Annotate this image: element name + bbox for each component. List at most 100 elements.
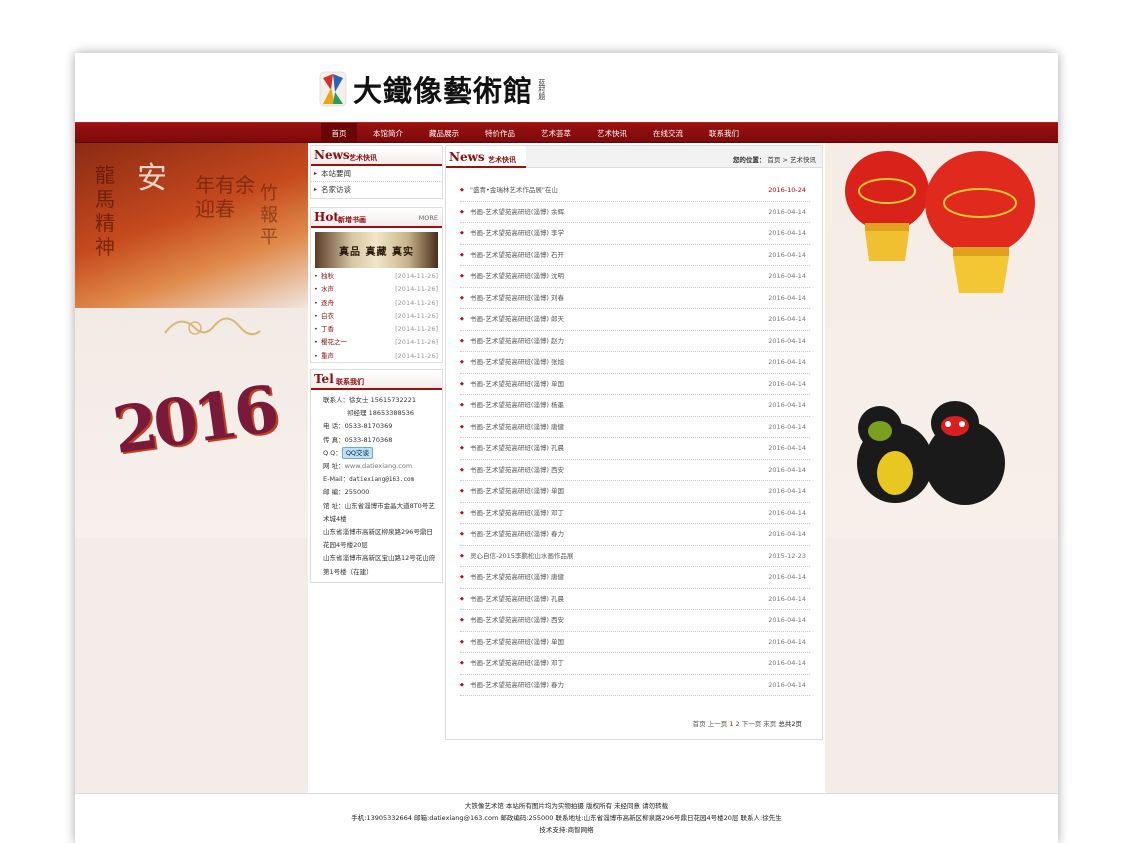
news-row[interactable]: 书画-艺术望苑高研班(淄博) 邓丁 2016-04-14	[460, 503, 810, 524]
news-row[interactable]: 书画-艺术望苑高研班(淄博) 赵力 2016-04-14	[460, 331, 810, 352]
pagination: 首页 上一页 1 2 下一页 末页 总共2页	[693, 718, 802, 728]
news-title[interactable]: 书画-艺术望苑高研班(淄博) 春力	[470, 530, 564, 538]
hot-more-link[interactable]: MORE	[419, 214, 438, 222]
nav-item-chat[interactable]: 在线交流	[643, 123, 693, 144]
news-row[interactable]: 书画-艺术望苑高研班(淄博) 西安 2016-04-14	[460, 610, 810, 632]
news-row[interactable]: 书画-艺术望苑高研班(淄博) 郎天 2016-04-14	[460, 309, 810, 331]
art-char: 龍	[95, 163, 115, 187]
hot-item[interactable]: 白衣 [2014-11-26]	[311, 310, 442, 324]
news-date: 2016-04-14	[768, 207, 806, 216]
hot-item-title[interactable]: 樱花之一	[321, 336, 347, 349]
news-row[interactable]: 书画-艺术望苑高研班(淄博) 张旭 2016-04-14	[460, 352, 810, 374]
nav-item-news[interactable]: 艺术快讯	[581, 123, 643, 144]
news-title[interactable]: 书画-艺术望苑高研班(淄博) 西安	[470, 466, 564, 474]
qq-chat-button[interactable]: QQ交谈	[341, 446, 374, 459]
pager-last[interactable]: 末页	[763, 720, 776, 728]
news-row[interactable]: 书画-艺术望苑高研班(淄博) 单国 2016-04-14	[460, 632, 810, 653]
news-date: 2016-04-14	[768, 444, 806, 452]
news-title[interactable]: 书画-艺术望苑高研班(淄博) 邓丁	[470, 509, 564, 517]
sidebar-contact-title-en: Tel	[314, 372, 334, 386]
news-title[interactable]: 书画-艺术望苑高研班(淄博) 春力	[470, 681, 564, 689]
content-column: News 艺术快讯 本站要闻 名家访谈 Hot 新增书画 MORE 真品 真藏 …	[308, 143, 825, 793]
hot-item-title[interactable]: 水声	[321, 283, 334, 296]
news-title[interactable]: 书画-艺术望苑高研班(淄博) 余辉	[470, 208, 564, 216]
news-title[interactable]: 灵心自信-2015李鹏松山水画作品展	[470, 552, 573, 560]
pager-page-2[interactable]: 2	[735, 720, 739, 728]
news-title[interactable]: 书画-艺术望苑高研班(淄博) 郎天	[470, 315, 564, 323]
site-header: 大鐵像藝術館 蓝村题	[75, 53, 1058, 122]
sidebar-link-interviews[interactable]: 名家访谈	[311, 182, 442, 198]
breadcrumb-home[interactable]: 首页	[767, 156, 780, 164]
nav-item-home[interactable]: 首页	[321, 123, 357, 144]
news-title[interactable]: 书画-艺术望苑高研班(淄博) 西安	[470, 616, 564, 624]
hot-item-title[interactable]: 逐舟	[321, 297, 334, 310]
nav-item-specials[interactable]: 特价作品	[469, 123, 531, 144]
news-row[interactable]: 书画-艺术望苑高研班(淄博) 单国 2016-04-14	[460, 374, 810, 395]
news-title[interactable]: 书画-艺术望苑高研班(淄博) 邓丁	[470, 659, 564, 667]
news-row[interactable]: 书画-艺术望苑高研班(淄博) 唐健 2016-04-14	[460, 567, 810, 589]
nav-item-gallery[interactable]: 艺术荟萃	[531, 123, 581, 144]
footer-tech-support[interactable]: 技术支持:商智网络	[75, 824, 1058, 836]
news-date: 2016-10-24	[768, 186, 806, 194]
news-row[interactable]: "盛青•金瑞林艺术作品展"在山 2016-10-24	[460, 180, 810, 202]
pager-prev[interactable]: 上一页	[708, 720, 728, 728]
news-row[interactable]: 书画-艺术望苑高研班(淄博) 余辉 2016-04-14	[460, 202, 810, 223]
news-list-panel: News 艺术快讯 您的位置： 首页 > 艺术快讯 "盛青•金瑞林艺术作品展"在…	[445, 145, 823, 740]
news-title[interactable]: 书画-艺术望苑高研班(淄博) 石开	[470, 251, 564, 259]
news-row[interactable]: 书画-艺术望苑高研班(淄博) 刘春 2016-04-14	[460, 288, 810, 309]
pager-next[interactable]: 下一页	[742, 720, 762, 728]
news-row[interactable]: 书画-艺术望苑高研班(淄博) 石开 2016-04-14	[460, 245, 810, 266]
news-title[interactable]: 书画-艺术望苑高研班(淄博) 唐健	[470, 423, 564, 431]
site-footer: 大铁像艺术馆 本站所有图片均为实物拍摄 版权所有 未经同意 请勿转载 手机:13…	[75, 793, 1058, 843]
news-title[interactable]: 书画-艺术望苑高研班(淄博) 刘春	[470, 294, 564, 302]
news-row[interactable]: 灵心自信-2015李鹏松山水画作品展 2015-12-23	[460, 546, 810, 567]
hot-item[interactable]: 逐舟 [2014-11-26]	[311, 297, 442, 311]
news-title[interactable]: 书画-艺术望苑高研班(淄博) 李学	[470, 229, 564, 237]
nav-item-contact[interactable]: 联系我们	[693, 123, 755, 144]
news-row[interactable]: 书画-艺术望苑高研班(淄博) 孔晨 2016-04-14	[460, 438, 810, 460]
news-row[interactable]: 书画-艺术望苑高研班(淄博) 单国 2016-04-14	[460, 481, 810, 503]
news-title[interactable]: 书画-艺术望苑高研班(淄博) 单国	[470, 487, 564, 495]
news-title[interactable]: 书画-艺术望苑高研班(淄博) 单国	[470, 638, 564, 646]
news-row[interactable]: 书画-艺术望苑高研班(淄博) 李学 2016-04-14	[460, 223, 810, 245]
hot-item[interactable]: 樱花之一 [2014-11-26]	[311, 336, 442, 350]
hot-item-title[interactable]: 独秋	[321, 270, 334, 283]
sidebar-news-header: News 艺术快讯	[311, 146, 442, 166]
breadcrumb-current[interactable]: 艺术快讯	[790, 156, 816, 164]
sidebar-link-site-news[interactable]: 本站要闻	[311, 166, 442, 182]
news-title[interactable]: "盛青•金瑞林艺术作品展"在山	[470, 186, 558, 194]
hot-item-title[interactable]: 重声	[321, 350, 334, 363]
news-title[interactable]: 书画-艺术望苑高研班(淄博) 杨墨	[470, 401, 564, 409]
news-row[interactable]: 书画-艺术望苑高研班(淄博) 杨墨 2016-04-14	[460, 395, 810, 417]
news-row[interactable]: 书画-艺术望苑高研班(淄博) 孔晨 2016-04-14	[460, 589, 810, 610]
site-logo[interactable]: 大鐵像藝術館 蓝村题	[319, 68, 579, 110]
hot-item-title[interactable]: 白衣	[321, 310, 334, 323]
news-title[interactable]: 书画-艺术望苑高研班(淄博) 孔晨	[470, 595, 564, 603]
hot-item[interactable]: 丁香 [2014-11-26]	[311, 323, 442, 337]
fax-value: 0533-8170368	[344, 435, 393, 444]
hot-item[interactable]: 独秋 [2014-11-26]	[311, 270, 442, 284]
news-row[interactable]: 书画-艺术望苑高研班(淄博) 西安 2016-04-14	[460, 460, 810, 481]
hot-item[interactable]: 水声 [2014-11-26]	[311, 283, 442, 297]
qq-label: Q Q：	[323, 448, 342, 457]
news-row[interactable]: 书画-艺术望苑高研班(淄博) 沈明 2016-04-14	[460, 266, 810, 288]
news-date: 2016-04-14	[768, 336, 806, 345]
web-link[interactable]: www.datiexiang.com	[345, 462, 413, 470]
news-row[interactable]: 书画-艺术望苑高研班(淄博) 唐健 2016-04-14	[460, 417, 810, 438]
news-title[interactable]: 书画-艺术望苑高研班(淄博) 张旭	[470, 358, 564, 366]
nav-item-about[interactable]: 本馆简介	[357, 123, 419, 144]
news-row[interactable]: 书画-艺术望苑高研班(淄博) 邓丁 2016-04-14	[460, 653, 810, 675]
news-title[interactable]: 书画-艺术望苑高研班(淄博) 唐健	[470, 573, 564, 581]
hot-banner-image[interactable]: 真品 真藏 真实	[315, 232, 438, 268]
nav-item-collection[interactable]: 藏品展示	[419, 123, 469, 144]
hot-item[interactable]: 重声 [2014-11-26]	[311, 350, 442, 364]
news-title[interactable]: 书画-艺术望苑高研班(淄博) 孔晨	[470, 444, 564, 452]
news-row[interactable]: 书画-艺术望苑高研班(淄博) 春力 2016-04-14	[460, 524, 810, 546]
pager-first[interactable]: 首页	[693, 720, 706, 728]
news-row[interactable]: 书画-艺术望苑高研班(淄博) 春力 2016-04-14	[460, 675, 810, 696]
news-title[interactable]: 书画-艺术望苑高研班(淄博) 赵力	[470, 337, 564, 345]
news-title[interactable]: 书画-艺术望苑高研班(淄博) 沈明	[470, 272, 564, 280]
pager-page-1[interactable]: 1	[729, 720, 733, 728]
news-title[interactable]: 书画-艺术望苑高研班(淄博) 单国	[470, 380, 564, 388]
hot-item-title[interactable]: 丁香	[321, 323, 334, 336]
